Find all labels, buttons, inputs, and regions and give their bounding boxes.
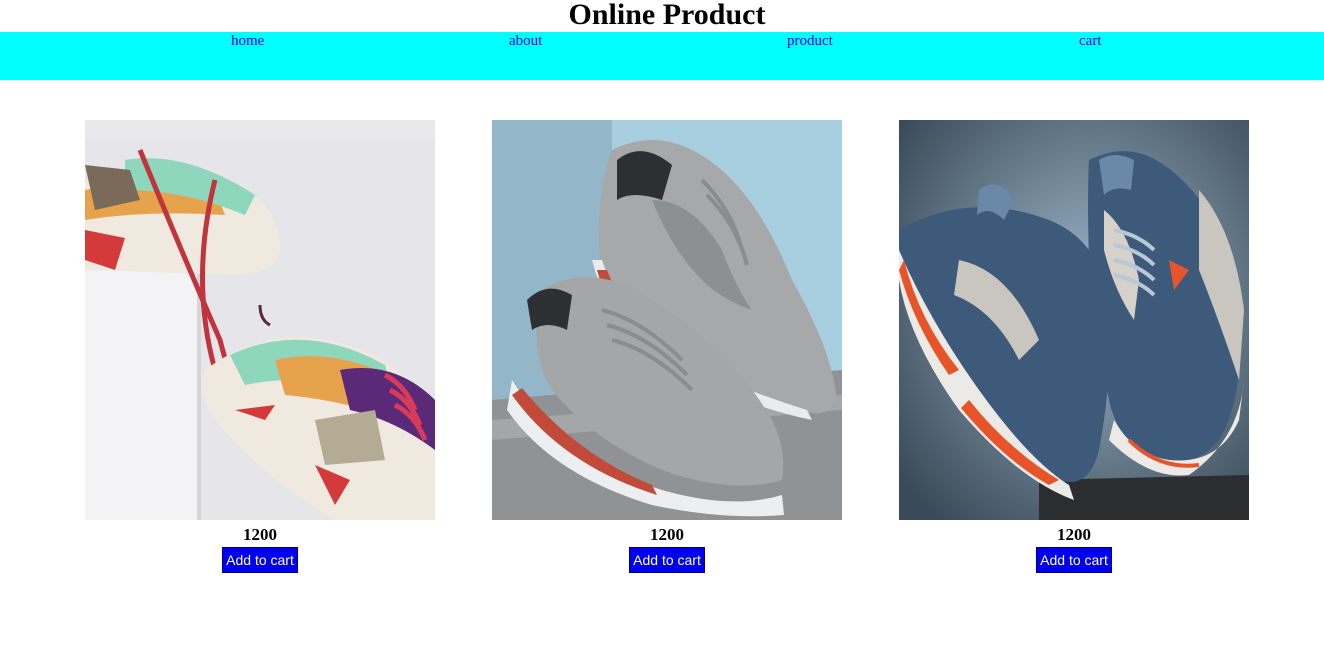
nav-bar: home about product cart [0,32,1324,80]
add-to-cart-button[interactable]: Add to cart [1036,547,1112,573]
product-card: 1200 Add to cart [492,120,842,580]
product-card: 1200 Add to cart [899,120,1249,580]
product-image [492,120,842,520]
product-card: 1200 Add to cart [85,120,435,580]
nav-link-about[interactable]: about [509,33,542,50]
add-to-cart-button[interactable]: Add to cart [222,547,298,573]
product-price: 1200 [650,525,684,544]
nav-link-cart[interactable]: cart [1079,33,1101,50]
page-title: Online Product [568,0,766,31]
nav-link-home[interactable]: home [231,33,264,50]
product-price: 1200 [243,525,277,544]
product-image [85,120,435,520]
nav-link-product[interactable]: product [787,33,833,50]
product-image [899,120,1249,520]
add-to-cart-button[interactable]: Add to cart [629,547,705,573]
product-price: 1200 [1057,525,1091,544]
